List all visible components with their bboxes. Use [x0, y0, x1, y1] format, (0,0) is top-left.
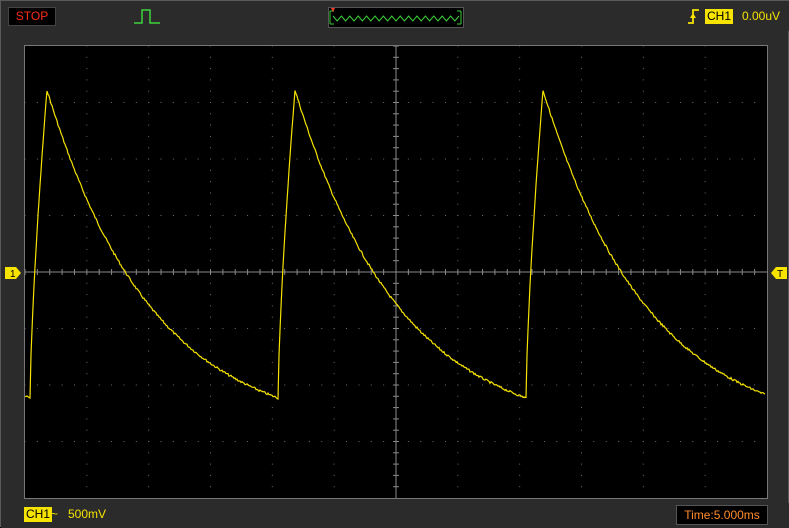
oscilloscope-window: STOP CH1 0.00uV 1 T CH1 ~ 500mV Time:5.0… — [0, 0, 789, 528]
waveform-display[interactable] — [24, 45, 768, 499]
ground-marker-label: 1 — [10, 269, 16, 279]
waveform-plot — [24, 45, 767, 498]
rising-edge-icon[interactable] — [686, 6, 702, 26]
trigger-level-readout: 0.00uV — [742, 9, 781, 23]
channel-badge[interactable]: CH1 — [24, 507, 53, 522]
trigger-channel-badge[interactable]: CH1 — [705, 9, 734, 24]
top-status-bar: STOP CH1 0.00uV — [1, 1, 789, 31]
single-pulse-icon[interactable] — [132, 6, 162, 26]
axis-ticks — [24, 45, 756, 488]
trigger-level-marker[interactable]: T — [771, 267, 787, 279]
waveform-position-preview[interactable] — [328, 7, 464, 28]
trigger-marker-label: T — [777, 269, 783, 279]
volts-per-div-readout[interactable]: 500mV — [68, 507, 106, 522]
channel-ground-marker[interactable]: 1 — [5, 267, 21, 279]
grid — [24, 45, 756, 488]
ac-coupling-icon[interactable]: ~ — [51, 507, 58, 522]
bottom-status-bar: CH1 ~ 500mV Time:5.000ms — [1, 503, 789, 528]
run-stop-button[interactable]: STOP — [8, 7, 56, 26]
timebase-readout[interactable]: Time:5.000ms — [676, 505, 768, 525]
